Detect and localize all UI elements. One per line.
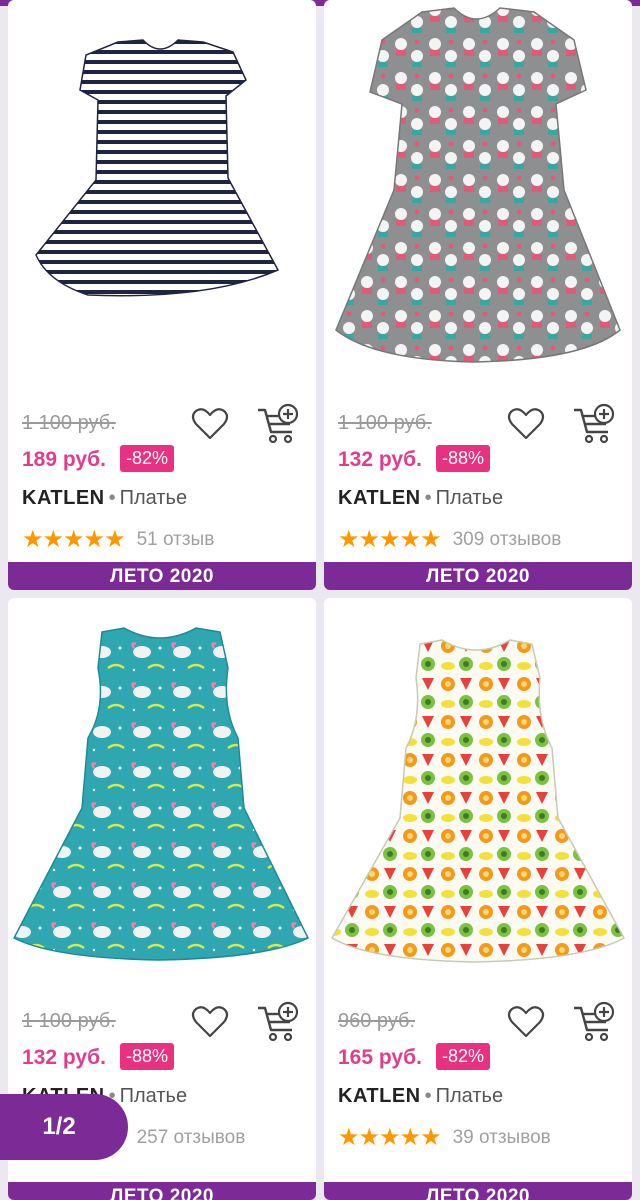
current-price: 132 руб. [338, 448, 422, 471]
heart-icon[interactable] [506, 1002, 546, 1042]
star-icon: ★ [358, 526, 380, 553]
current-price: 165 руб. [338, 1046, 422, 1069]
old-price: 960 руб. [338, 1010, 416, 1032]
heart-icon[interactable] [506, 404, 546, 444]
discount-badge: -88% [436, 445, 491, 472]
star-icon: ★ [338, 1124, 359, 1151]
season-badge: ЛЕТО 2020 [8, 562, 316, 590]
brand-name: KATLEN [22, 487, 105, 509]
product-card[interactable]: 1 100 руб. 189 руб. -82% KATLEN • Платье ★… [8, 0, 316, 590]
product-image-striped-dress[interactable] [8, 0, 316, 390]
star-icon: ★ [104, 526, 125, 553]
current-price: 132 руб. [22, 1046, 106, 1069]
star-icon: ★ [42, 526, 64, 553]
add-to-cart-icon[interactable] [256, 1000, 300, 1044]
season-badge: ЛЕТО 2020 [324, 562, 632, 590]
reviews-count: 309 отзывов [452, 528, 562, 550]
product-type: Платье [435, 487, 504, 509]
star-icon: ★ [420, 1124, 441, 1151]
discount-badge: -88% [120, 1043, 175, 1070]
star-icon: ★ [379, 1124, 400, 1151]
rating-stars: ★★★★★ [338, 525, 442, 554]
product-type: Платье [435, 1085, 504, 1107]
separator-dot: • [424, 487, 432, 509]
star-icon: ★ [420, 526, 441, 553]
product-image-fruit-print-dress[interactable] [324, 598, 632, 988]
star-icon: ★ [399, 526, 421, 553]
star-icon: ★ [22, 526, 43, 553]
brand-line: KATLEN•Платье [338, 487, 503, 510]
separator-dot: • [424, 1085, 432, 1107]
rating[interactable]: ★★★★★ 309 отзывов [338, 525, 562, 554]
old-price: 1 100 руб. [22, 412, 116, 434]
product-grid: 1 100 руб. 189 руб. -82% KATLEN • Платье ★… [0, 0, 640, 1200]
brand-line: KATLEN•Платье [22, 487, 187, 510]
add-to-cart-icon[interactable] [572, 402, 616, 446]
reviews-count: 51 отзыв [136, 528, 215, 550]
star-icon: ★ [338, 526, 359, 553]
add-to-cart-icon[interactable] [572, 1000, 616, 1044]
discount-badge: -82% [120, 445, 175, 472]
product-type: Платье [119, 487, 188, 509]
rating-stars: ★★★★★ [22, 525, 126, 554]
rating-stars: ★★★★★ [338, 1123, 442, 1152]
star-icon: ★ [399, 1124, 421, 1151]
discount-badge: -82% [436, 1043, 491, 1070]
star-icon: ★ [83, 526, 105, 553]
current-price: 189 руб. [22, 448, 106, 471]
separator-dot: • [108, 487, 116, 509]
product-card[interactable]: 960 руб. 165 руб. -82% KATLEN • Платье ★★★… [324, 598, 632, 1200]
reviews-count: 39 отзывов [452, 1126, 551, 1148]
product-type: Платье [119, 1085, 188, 1107]
rating[interactable]: ★★★★★ 39 отзывов [338, 1123, 551, 1152]
reviews-count: 257 отзывов [136, 1126, 246, 1148]
heart-icon[interactable] [190, 404, 230, 444]
page-indicator[interactable]: 1/2 [0, 1094, 128, 1160]
product-card[interactable]: 1 100 руб. 132 руб. -88% KATLEN•Платье ★… [324, 0, 632, 590]
star-icon: ★ [63, 526, 84, 553]
product-image-cats-print-dress[interactable] [324, 0, 632, 390]
add-to-cart-icon[interactable] [256, 402, 300, 446]
brand-name: KATLEN [338, 487, 421, 509]
old-price: 1 100 руб. [338, 412, 432, 434]
product-image-unicorn-print-dress[interactable] [8, 598, 316, 988]
season-badge: ЛЕТО 2020 [8, 1182, 316, 1200]
brand-line: KATLEN•Платье [338, 1085, 503, 1108]
season-badge: ЛЕТО 2020 [324, 1182, 632, 1200]
brand-name: KATLEN [338, 1085, 421, 1107]
star-icon: ★ [358, 1124, 380, 1151]
heart-icon[interactable] [190, 1002, 230, 1042]
star-icon: ★ [379, 526, 400, 553]
rating[interactable]: ★★★★★ 51 отзыв [22, 525, 215, 554]
old-price: 1 100 руб. [22, 1010, 116, 1032]
